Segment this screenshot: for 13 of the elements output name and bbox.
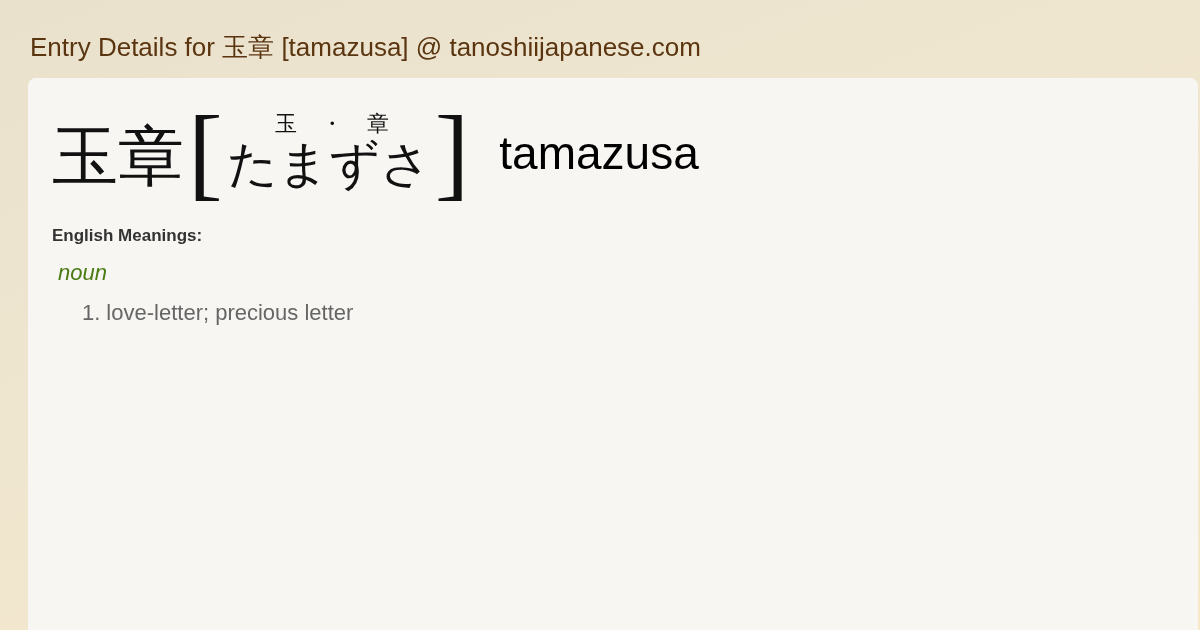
furigana: ・ <box>320 110 343 137</box>
romaji-reading: tamazusa <box>499 126 699 180</box>
meaning-text: love-letter; precious letter <box>106 300 354 326</box>
closing-bracket: ] <box>434 100 470 204</box>
part-of-speech: noun <box>58 260 108 286</box>
furigana: 章 <box>366 110 389 137</box>
furigana: 玉 <box>274 110 297 137</box>
opening-bracket: [ <box>188 100 223 204</box>
headword: 玉章 <box>52 124 184 190</box>
page-title: Entry Details for 玉章 [tamazusa] @ tanoshiijapanese.com <box>29 31 702 64</box>
kana-reading: たまずさ <box>226 137 431 192</box>
meaning-number: 1. <box>82 300 101 326</box>
meanings-heading: English Meanings: <box>52 226 204 246</box>
